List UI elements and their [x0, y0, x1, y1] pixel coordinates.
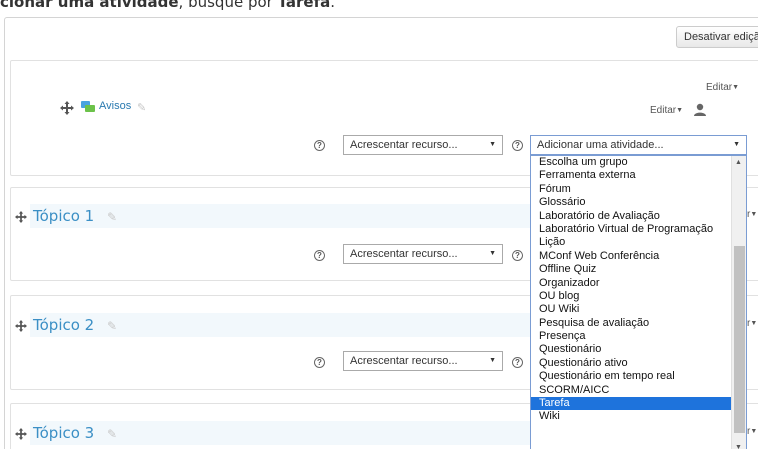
chevron-down-icon: ▼ — [676, 107, 684, 114]
list-item[interactable]: OU blog — [531, 290, 746, 303]
instruction-text: cionar uma atividade, busque por Tarefa. — [0, 0, 335, 13]
add-resource-value: Acrescentar recurso... — [350, 139, 458, 151]
help-icon[interactable]: ? — [314, 357, 325, 368]
item-edit-label: Editar — [650, 105, 677, 116]
scrollbar-thumb[interactable] — [734, 246, 745, 433]
forum-link-avisos[interactable]: Avisos — [99, 100, 131, 112]
chevron-down-icon[interactable]: ▼ — [735, 444, 742, 449]
list-item[interactable]: Organizador — [531, 277, 746, 290]
list-item[interactable]: Questionário — [531, 343, 746, 356]
instruction-middle: , busque por — [178, 0, 278, 11]
move-icon[interactable] — [60, 101, 74, 115]
list-item[interactable]: Presença — [531, 330, 746, 343]
section-edit-label: Editar — [706, 82, 733, 93]
section-edit-menu[interactable]: r▼ — [747, 209, 757, 220]
instruction-suffix: . — [330, 0, 336, 11]
topic-title[interactable]: Tópico 3 ✎ — [30, 421, 530, 445]
move-icon[interactable] — [15, 428, 27, 440]
pencil-icon[interactable]: ✎ — [107, 427, 117, 441]
user-icon[interactable] — [694, 103, 706, 116]
chevron-down-icon: ▼ — [733, 141, 740, 148]
topic-title[interactable]: Tópico 1 ✎ — [30, 204, 530, 228]
list-item[interactable]: Lição — [531, 236, 746, 249]
list-item[interactable]: OU Wiki — [531, 303, 746, 316]
chevron-down-icon: ▼ — [750, 211, 758, 218]
help-icon[interactable]: ? — [512, 357, 523, 368]
list-item[interactable]: MConf Web Conferência — [531, 250, 746, 263]
chevron-down-icon: ▼ — [489, 141, 496, 148]
list-item[interactable]: Wiki — [531, 410, 746, 423]
list-item[interactable]: Laboratório de Avaliação — [531, 210, 746, 223]
chevron-down-icon: ▼ — [750, 428, 758, 435]
list-item[interactable]: Questionário em tempo real — [531, 370, 746, 383]
move-icon[interactable] — [15, 211, 27, 223]
add-resource-select[interactable]: Acrescentar recurso... ▼ — [343, 244, 503, 264]
instruction-bold-prefix: cionar uma atividade — [0, 0, 179, 11]
toggle-edit-button[interactable]: Desativar edição — [676, 26, 758, 48]
add-resource-value: Acrescentar recurso... — [350, 248, 458, 260]
chevron-down-icon: ▼ — [750, 320, 758, 327]
instruction-bold-term: Tarefa — [277, 0, 331, 11]
topic-title-text: Tópico 1 — [33, 207, 95, 225]
help-icon[interactable]: ? — [512, 140, 523, 151]
section-edit-menu[interactable]: r▼ — [747, 426, 757, 437]
chevron-down-icon: ▼ — [489, 250, 496, 257]
pencil-icon[interactable]: ✎ — [137, 101, 146, 114]
list-item[interactable]: Glossário — [531, 196, 746, 209]
list-item[interactable]: Ferramenta externa — [531, 169, 746, 182]
scrollbar[interactable]: ▲ ▼ — [731, 156, 746, 449]
topic-title[interactable]: Tópico 2 ✎ — [30, 313, 530, 337]
topic-title-text: Tópico 3 — [33, 424, 95, 442]
list-item[interactable]: Escolha um grupo — [531, 156, 746, 169]
list-item[interactable]: Laboratório Virtual de Programação — [531, 223, 746, 236]
chevron-up-icon[interactable]: ▲ — [735, 159, 742, 166]
list-item[interactable]: Offline Quiz — [531, 263, 746, 276]
list-item[interactable]: Questionário ativo — [531, 357, 746, 370]
section-edit-menu[interactable]: r▼ — [747, 318, 757, 329]
list-item[interactable]: Pesquisa de avaliação — [531, 317, 746, 330]
add-resource-select[interactable]: Acrescentar recurso... ▼ — [343, 135, 503, 155]
chevron-down-icon: ▼ — [732, 84, 740, 91]
add-resource-value: Acrescentar recurso... — [350, 355, 458, 367]
add-resource-select[interactable]: Acrescentar recurso... ▼ — [343, 351, 503, 371]
list-item-selected[interactable]: Tarefa — [531, 397, 746, 411]
topic-title-text: Tópico 2 — [33, 316, 95, 334]
move-icon[interactable] — [15, 320, 27, 332]
help-icon[interactable]: ? — [512, 250, 523, 261]
forum-icon — [81, 101, 95, 112]
help-icon[interactable]: ? — [314, 140, 325, 151]
chevron-down-icon: ▼ — [489, 357, 496, 364]
pencil-icon[interactable]: ✎ — [107, 319, 117, 333]
list-item[interactable]: SCORM/AICC — [531, 384, 746, 397]
pencil-icon[interactable]: ✎ — [107, 210, 117, 224]
add-activity-select[interactable]: Adicionar uma atividade... ▼ — [530, 135, 747, 155]
help-icon[interactable]: ? — [314, 250, 325, 261]
list-item[interactable]: Fórum — [531, 183, 746, 196]
section-edit-menu[interactable]: Editar▼ — [706, 82, 739, 93]
activity-dropdown-list[interactable]: Escolha um grupo Ferramenta externa Fóru… — [530, 155, 747, 449]
item-edit-menu[interactable]: Editar▼ — [650, 105, 683, 116]
add-activity-value: Adicionar uma atividade... — [537, 139, 664, 151]
